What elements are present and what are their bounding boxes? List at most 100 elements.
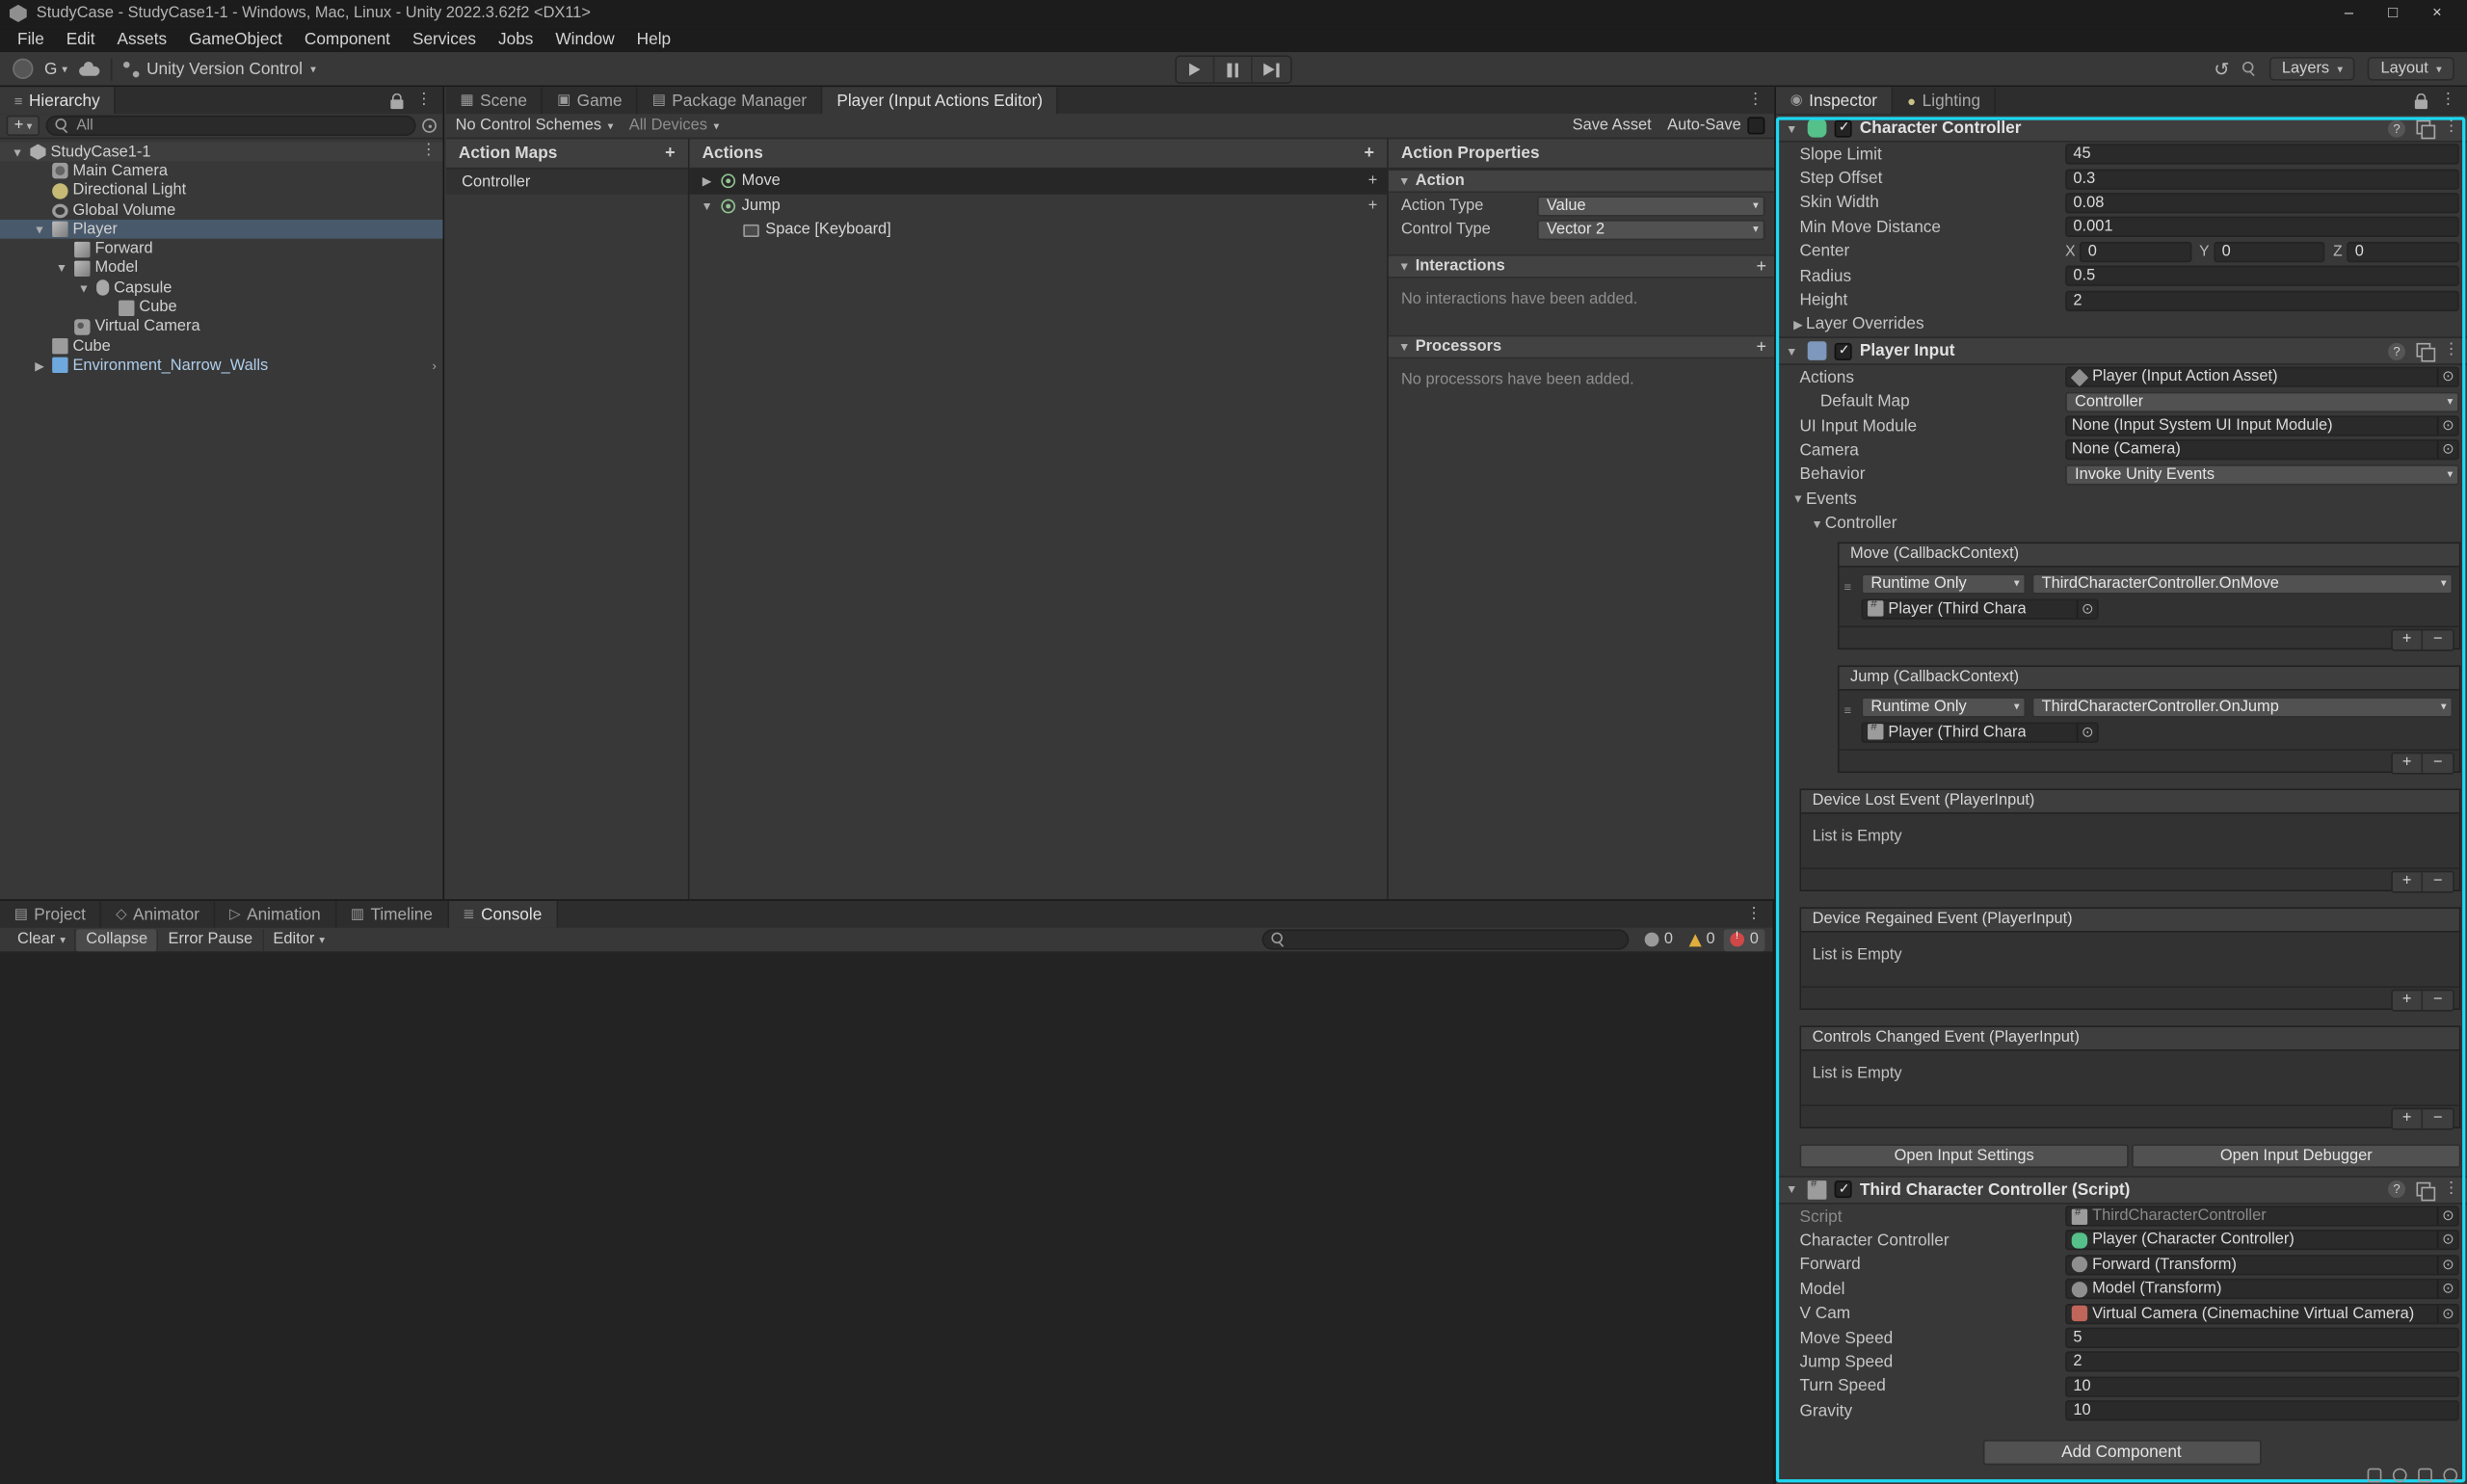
hierarchy-menu-icon[interactable]: ⋮ <box>416 93 432 108</box>
actions-object-field[interactable]: Player (Input Action Asset) ⊙ <box>2065 367 2459 387</box>
event-function-dropdown[interactable]: ThirdCharacterController.OnMove <box>2032 573 2454 594</box>
tab-inspector[interactable]: ◉ Inspector <box>1776 87 1894 114</box>
action-row-jump[interactable]: ▼ Jump + <box>689 194 1387 218</box>
status-icon-4[interactable] <box>2443 1469 2457 1483</box>
turn-speed-field[interactable]: 10 <box>2065 1376 2459 1396</box>
add-listener-button[interactable]: + <box>2393 630 2423 649</box>
scene-picking-icon[interactable] <box>422 119 437 133</box>
open-input-debugger-button[interactable]: Open Input Debugger <box>2132 1144 2460 1168</box>
control-schemes-dropdown[interactable]: No Control Schemes▾ <box>456 117 614 134</box>
foldout-icon[interactable]: ▼ <box>699 199 714 213</box>
binding-row-space[interactable]: Space [Keyboard] <box>689 218 1387 242</box>
component-menu-icon[interactable]: ⋮ <box>2443 343 2458 358</box>
center-menu-icon[interactable]: ⋮ <box>1747 93 1763 108</box>
foldout-icon[interactable]: ▼ <box>1784 344 1799 358</box>
control-type-dropdown[interactable]: Vector 2 <box>1537 220 1764 240</box>
interactions-section-header[interactable]: ▼ Interactions + <box>1389 254 1774 278</box>
preset-icon[interactable] <box>2416 120 2431 136</box>
event-mode-dropdown[interactable]: Runtime Only <box>1861 573 2026 594</box>
model-object-field[interactable]: Model (Transform) ⊙ <box>2065 1279 2459 1299</box>
hierarchy-row-environment[interactable]: ▶ Environment_Narrow_Walls › <box>0 356 442 375</box>
tab-animator[interactable]: ◇ Animator <box>101 901 215 928</box>
min-move-distance-field[interactable]: 0.001 <box>2065 217 2459 237</box>
account-dropdown[interactable]: G▾ <box>44 60 67 79</box>
tab-game[interactable]: ▣ Game <box>543 87 638 114</box>
player-input-header[interactable]: ▼ Player Input ? ⋮ <box>1776 337 2467 366</box>
layers-dropdown[interactable]: Layers▾ <box>2269 57 2355 81</box>
version-control-dropdown[interactable]: Unity Version Control▾ <box>122 60 315 79</box>
character-controller-header[interactable]: ▼ Character Controller ? ⋮ <box>1776 114 2467 143</box>
maximize-button[interactable]: □ <box>2388 5 2398 22</box>
console-editor-dropdown[interactable]: Editor▾ <box>264 929 334 951</box>
action-type-dropdown[interactable]: Value <box>1537 196 1764 216</box>
preset-icon[interactable] <box>2416 1182 2431 1198</box>
radius-field[interactable]: 0.5 <box>2065 266 2459 286</box>
center-x-field[interactable]: 0 <box>2081 242 2191 262</box>
status-icon-1[interactable] <box>2368 1469 2382 1483</box>
account-icon[interactable] <box>13 59 33 79</box>
tab-console[interactable]: ≣ Console <box>448 901 557 928</box>
add-component-button[interactable]: Add Component <box>1982 1441 2261 1466</box>
remove-listener-button[interactable]: − <box>2423 630 2453 649</box>
add-listener-button[interactable]: + <box>2393 991 2423 1010</box>
foldout-icon[interactable]: ▼ <box>54 261 69 276</box>
cloud-icon[interactable] <box>79 66 99 76</box>
lock-icon[interactable] <box>390 99 403 109</box>
add-binding-button[interactable]: + <box>1368 172 1378 190</box>
add-listener-button[interactable]: + <box>2393 1109 2423 1128</box>
processors-section-header[interactable]: ▼ Processors + <box>1389 335 1774 359</box>
menu-window[interactable]: Window <box>544 30 625 49</box>
object-picker-icon[interactable]: ⊙ <box>2437 1232 2457 1249</box>
foldout-icon[interactable]: ▼ <box>10 145 25 159</box>
move-speed-field[interactable]: 5 <box>2065 1328 2459 1348</box>
object-picker-icon[interactable]: ⊙ <box>2437 1305 2457 1322</box>
tab-lighting[interactable]: ● Lighting <box>1893 87 1996 114</box>
gravity-field[interactable]: 10 <box>2065 1400 2459 1420</box>
hierarchy-row-cube[interactable]: ▶ Cube <box>0 298 442 317</box>
foldout-icon[interactable]: ▼ <box>1784 120 1799 135</box>
hierarchy-row-directional-light[interactable]: ▶ Directional Light <box>0 181 442 200</box>
open-input-settings-button[interactable]: Open Input Settings <box>1799 1144 2128 1168</box>
camera-object-field[interactable]: None (Camera) ⊙ <box>2065 440 2459 461</box>
pause-button[interactable] <box>1214 57 1252 82</box>
foldout-icon[interactable]: ▼ <box>1784 1182 1799 1197</box>
step-button[interactable] <box>1253 57 1290 82</box>
default-map-dropdown[interactable]: Controller <box>2065 391 2459 411</box>
console-search-input[interactable] <box>1262 929 1630 949</box>
tab-package-manager[interactable]: ▤ Package Manager <box>638 87 823 114</box>
help-icon[interactable]: ? <box>2388 342 2405 359</box>
hierarchy-row-player[interactable]: ▼ Player <box>0 220 442 239</box>
console-collapse-toggle[interactable]: Collapse <box>76 929 158 951</box>
hierarchy-row-capsule[interactable]: ▼ Capsule <box>0 278 442 298</box>
menu-edit[interactable]: Edit <box>55 30 106 49</box>
devices-dropdown[interactable]: All Devices▾ <box>629 117 720 134</box>
character-controller-object-field[interactable]: Player (Character Controller) ⊙ <box>2065 1231 2459 1251</box>
hierarchy-create-button[interactable]: +▾ <box>7 116 40 136</box>
action-row-move[interactable]: ▶ Move + <box>689 169 1387 193</box>
event-target-object-field[interactable]: Player (Third Chara ⊙ <box>1861 722 2098 742</box>
tab-animation[interactable]: ▷ Animation <box>215 901 336 928</box>
event-mode-dropdown[interactable]: Runtime Only <box>1861 697 2026 717</box>
info-count-toggle[interactable]: 0 <box>1639 929 1680 951</box>
hierarchy-row-forward[interactable]: ▶ Forward <box>0 239 442 258</box>
close-button[interactable]: × <box>2432 5 2442 22</box>
object-picker-icon[interactable]: ⊙ <box>2437 441 2457 459</box>
v-cam-object-field[interactable]: Virtual Camera (Cinemachine Virtual Came… <box>2065 1303 2459 1323</box>
events-foldout[interactable]: ▼ Events <box>1776 487 2467 511</box>
play-button[interactable] <box>1177 57 1214 82</box>
remove-listener-button[interactable]: − <box>2423 754 2453 773</box>
undo-history-icon[interactable]: ↺ <box>2214 58 2230 80</box>
remove-listener-button[interactable]: − <box>2423 991 2453 1010</box>
third-character-controller-header[interactable]: ▼ Third Character Controller (Script) ? … <box>1776 1176 2467 1205</box>
object-picker-icon[interactable]: ⊙ <box>2437 1257 2457 1274</box>
menu-help[interactable]: Help <box>625 30 681 49</box>
skin-width-field[interactable]: 0.08 <box>2065 193 2459 213</box>
foldout-icon[interactable]: ▼ <box>32 223 47 237</box>
status-icon-2[interactable] <box>2393 1469 2407 1483</box>
drag-handle-icon[interactable]: ≡ <box>1844 703 1851 718</box>
hierarchy-search-input[interactable]: All <box>46 116 415 136</box>
hierarchy-row-scene[interactable]: ▼ StudyCase1-1 ⋮ <box>0 143 442 162</box>
minimize-button[interactable]: – <box>2345 5 2353 22</box>
auto-save-checkbox[interactable] <box>1747 117 1764 134</box>
object-picker-icon[interactable]: ⊙ <box>2077 724 2097 741</box>
